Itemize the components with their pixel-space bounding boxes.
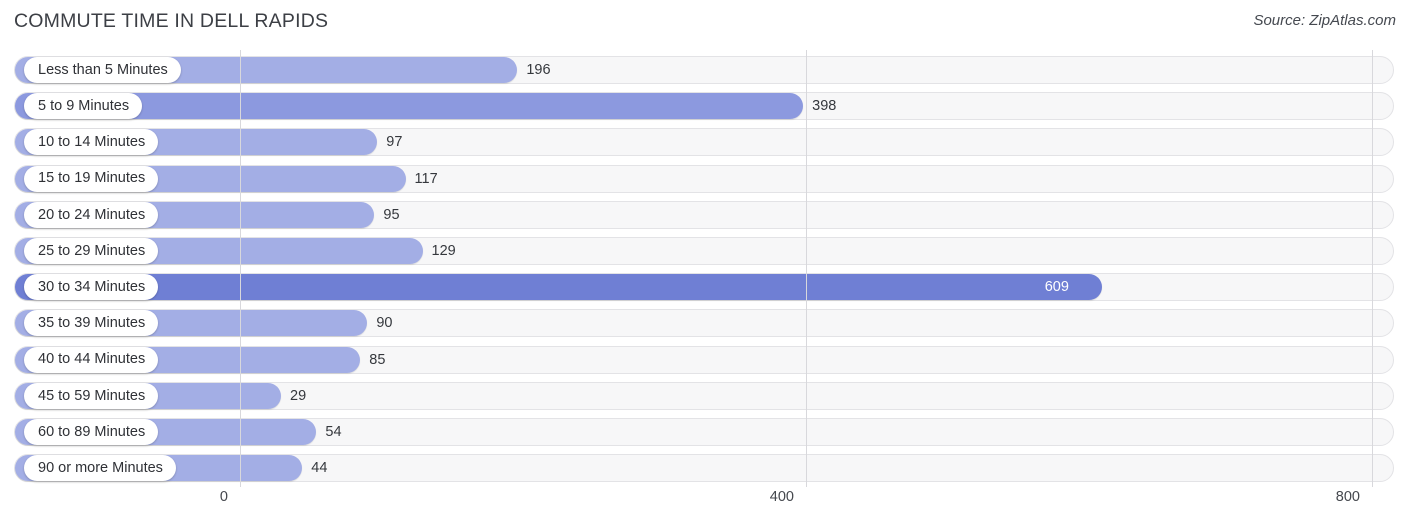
chart-header: COMMUTE TIME IN DELL RAPIDS Source: ZipA… [0, 0, 1406, 44]
category-label: 15 to 19 Minutes [38, 170, 146, 187]
category-label-pill: 35 to 39 Minutes [24, 310, 159, 337]
category-label-pill: 40 to 44 Minutes [24, 346, 159, 373]
bar-value-label: 85 [369, 351, 386, 368]
category-label-pill: 90 or more Minutes [24, 455, 176, 482]
axis-tick-label: 400 [769, 489, 794, 505]
axis-tick-label: 800 [1335, 489, 1360, 505]
category-label-pill: 5 to 9 Minutes [24, 93, 143, 120]
chart-container: COMMUTE TIME IN DELL RAPIDS Source: ZipA… [0, 0, 1406, 523]
bar-value-label: 117 [414, 170, 438, 187]
category-label-pill: 15 to 19 Minutes [24, 165, 159, 192]
category-label-pill: 45 to 59 Minutes [24, 382, 159, 409]
category-label: Less than 5 Minutes [38, 61, 168, 78]
bar-value-label: 54 [325, 424, 342, 440]
bar-row[interactable]: 20 to 24 Minutes 95 [14, 200, 1394, 229]
bar-fill [15, 274, 1102, 301]
plot-area: Less than 5 Minutes 196 5 to 9 Minutes 398 1… [0, 50, 1406, 487]
bar-row[interactable]: 10 to 14 Minutes 97 [14, 128, 1394, 157]
bar-value-label: 196 [526, 62, 551, 78]
category-label: 20 to 24 Minutes [38, 206, 146, 223]
bar-row[interactable]: 35 to 39 Minutes 90 [14, 309, 1394, 338]
bar-row[interactable]: Less than 5 Minutes 196 [14, 56, 1394, 84]
category-label-pill: Less than 5 Minutes [24, 57, 181, 83]
bar-value-label: 95 [383, 206, 400, 223]
bar-row[interactable]: 45 to 59 Minutes 29 [14, 381, 1394, 410]
x-axis: 0 400 800 [0, 487, 1406, 523]
bar-value-label: 90 [376, 315, 393, 332]
category-label-pill: 20 to 24 Minutes [24, 201, 159, 228]
bar-row[interactable]: 40 to 44 Minutes 85 [14, 345, 1394, 374]
source-attribution: Source: ZipAtlas.com [1253, 12, 1396, 29]
bar-row[interactable]: 60 to 89 Minutes 54 [14, 418, 1394, 446]
category-label-pill: 10 to 14 Minutes [24, 129, 159, 156]
bar-row[interactable]: 5 to 9 Minutes 398 [14, 92, 1394, 121]
page-title: COMMUTE TIME IN DELL RAPIDS [14, 10, 329, 32]
category-label-pill: 25 to 29 Minutes [24, 238, 159, 264]
bar-value-label: 97 [386, 134, 403, 151]
category-label: 35 to 39 Minutes [38, 315, 146, 332]
category-label: 40 to 44 Minutes [38, 351, 146, 368]
bar-value-inside: 609 [1044, 279, 1069, 296]
bar-row[interactable]: 90 or more Minutes 44 [14, 454, 1394, 483]
category-label: 10 to 14 Minutes [38, 134, 146, 151]
category-label: 30 to 34 Minutes [38, 278, 146, 295]
bar-row[interactable]: 25 to 29 Minutes 129 [14, 237, 1394, 265]
category-label: 90 or more Minutes [38, 459, 163, 476]
category-label: 5 to 9 Minutes [38, 97, 130, 114]
bar-value-label: 29 [290, 387, 307, 404]
bar-row[interactable]: 30 to 34 Minutes 609 [14, 273, 1394, 302]
category-label-pill: 30 to 34 Minutes [24, 274, 159, 301]
bar-row[interactable]: 15 to 19 Minutes 117 [14, 164, 1394, 193]
category-label: 45 to 59 Minutes [38, 387, 146, 404]
axis-tick-label: 0 [219, 489, 228, 505]
category-label: 25 to 29 Minutes [38, 242, 146, 259]
bar-value-label: 398 [812, 98, 837, 115]
bar-value-label: 44 [311, 460, 328, 477]
category-label-pill: 60 to 89 Minutes [24, 419, 159, 445]
bar-value-label: 129 [431, 243, 456, 259]
category-label: 60 to 89 Minutes [38, 423, 146, 440]
